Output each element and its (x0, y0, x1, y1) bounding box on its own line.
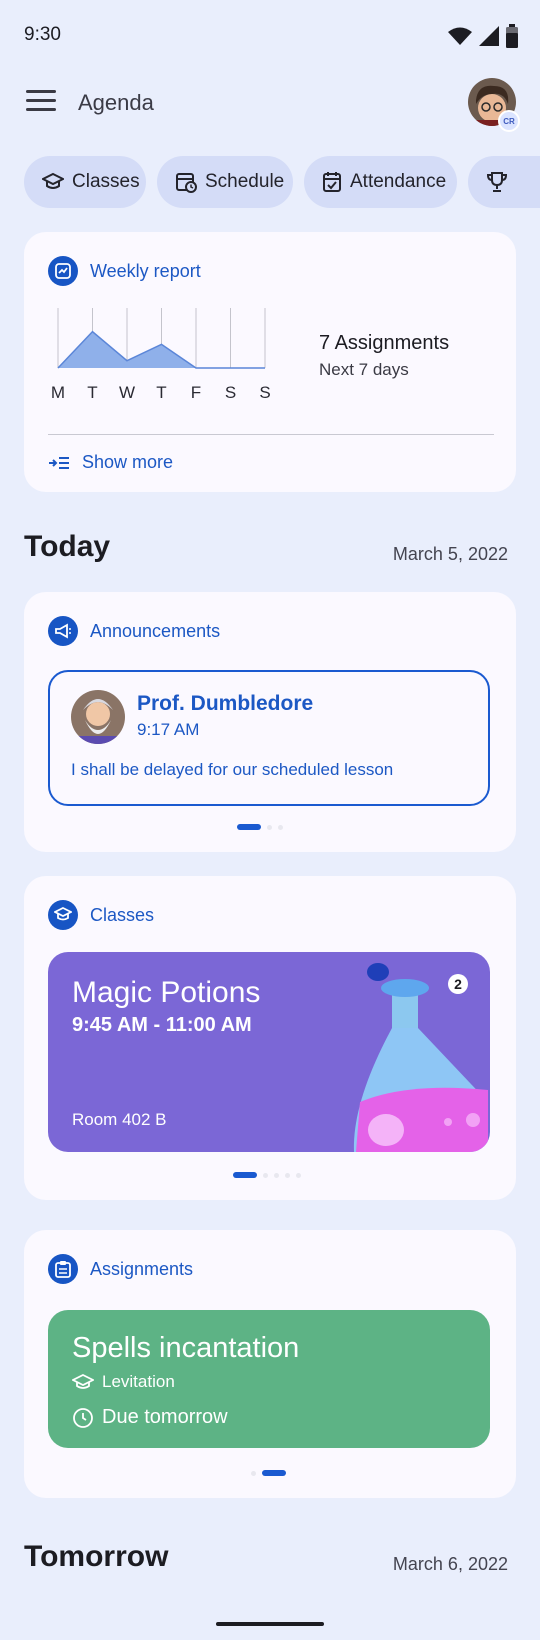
status-time: 9:30 (24, 24, 61, 45)
pager-dot[interactable] (263, 1172, 268, 1178)
author-avatar (71, 690, 125, 744)
chart-tick-label: T (156, 383, 166, 402)
assignments-summary-sub: Next 7 days (319, 360, 409, 379)
chip-classes[interactable]: Classes (24, 156, 146, 208)
chart-tick-label: F (191, 383, 201, 402)
pager-dot[interactable] (251, 1470, 256, 1476)
top-app-bar: Agenda (0, 72, 540, 132)
filter-chips: Classes Schedule Attendance (24, 156, 540, 208)
assignment-due-label: Due tomorrow (102, 1406, 228, 1428)
pager-dots (233, 1172, 301, 1178)
pager-dot-active[interactable] (233, 1172, 257, 1178)
section-date-today: March 5, 2022 (392, 544, 508, 564)
status-icons (448, 24, 518, 48)
pager-dot[interactable] (285, 1172, 290, 1178)
graduation-cap-icon (48, 900, 78, 930)
pager-dot-active[interactable] (262, 1470, 286, 1476)
pager-dot-active[interactable] (237, 824, 261, 830)
chart-tick-label: M (51, 383, 65, 402)
assignments-summary: 7 Assignments (319, 332, 450, 354)
show-more-label: Show more (82, 452, 174, 472)
pager-dot[interactable] (296, 1172, 301, 1178)
status-bar: 9:30 (0, 0, 540, 64)
pager-dots (237, 824, 283, 830)
card-header: Assignments (48, 1254, 193, 1284)
weekly-report-card: Weekly report M T W T F S S 7 Assignments Next… (24, 232, 516, 492)
menu-icon[interactable] (26, 90, 56, 114)
calendar-check-icon (323, 172, 341, 192)
chip-achievements[interactable] (468, 156, 540, 208)
potion-flask-illustration (353, 963, 488, 1152)
weekly-chart: MTWTFSS (51, 308, 271, 402)
card-title: Announcements (90, 620, 221, 641)
announcement-author: Prof. Dumbledore (137, 692, 314, 715)
trending-up-icon (48, 256, 78, 286)
clock-icon (73, 1407, 93, 1428)
card-title: Weekly report (90, 260, 201, 281)
schedule-icon (176, 173, 197, 193)
clipboard-icon (48, 1254, 78, 1284)
announcements-card: Announcements Prof. Dumbledore 9:17 AM I… (24, 592, 516, 852)
expand-list-icon (49, 456, 69, 469)
pager-dots (251, 1470, 286, 1476)
card-title: Classes (90, 904, 155, 925)
divider (48, 434, 494, 435)
assignment-due: Due tomorrow (72, 1406, 228, 1429)
card-header: Announcements (48, 616, 220, 646)
card-title: Assignments (90, 1258, 194, 1279)
assignment-name: Spells incantation (72, 1332, 300, 1364)
chip-schedule[interactable]: Schedule (157, 156, 293, 208)
signal-icon (479, 26, 499, 46)
pager-dot[interactable] (274, 1172, 279, 1178)
show-more-button[interactable]: Show more (48, 452, 173, 473)
graduation-cap-icon (72, 1373, 94, 1389)
graduation-cap-icon (42, 172, 64, 189)
chip-label: Classes (72, 171, 140, 192)
pager-dot[interactable] (267, 824, 272, 830)
chip-label: Attendance (350, 171, 447, 192)
home-indicator[interactable] (216, 1622, 324, 1626)
class-name: Magic Potions (72, 976, 261, 1009)
classes-card: Classes Magic Potions 9:45 AM - 11:00 AM… (24, 876, 516, 1200)
battery-icon (506, 24, 518, 48)
announcement-message: I shall be delayed for our scheduled les… (71, 760, 394, 779)
pager-dot[interactable] (278, 824, 283, 830)
assignment-class-label: Levitation (102, 1372, 175, 1391)
card-header: Weekly report (48, 256, 201, 286)
trophy-icon (486, 172, 508, 192)
notification-badge: 2 (448, 974, 468, 994)
assignment-item[interactable]: Spells incantation Levitation Due tomorr… (48, 1310, 490, 1448)
chip-label: Schedule (205, 171, 285, 192)
chart-tick-label: S (259, 383, 270, 402)
section-date-tomorrow: March 6, 2022 (392, 1554, 508, 1574)
class-item[interactable]: Magic Potions 9:45 AM - 11:00 AM Room 40… (48, 952, 490, 1152)
chart-tick-label: T (87, 383, 97, 402)
class-room: Room 402 B (72, 1110, 167, 1129)
wifi-icon (448, 27, 472, 45)
chip-attendance[interactable]: Attendance (304, 156, 457, 208)
assignment-class: Levitation (72, 1372, 175, 1392)
megaphone-icon (48, 616, 78, 646)
chart-tick-label: S (225, 383, 236, 402)
announcement-item[interactable]: Prof. Dumbledore 9:17 AM I shall be dela… (48, 670, 490, 806)
chart-tick-label: W (119, 383, 135, 402)
card-header: Classes (48, 900, 154, 930)
section-title-tomorrow: Tomorrow (24, 1540, 169, 1573)
announcement-time: 9:17 AM (137, 720, 200, 739)
page-title: Agenda (78, 90, 154, 115)
avatar-badge: CR (498, 110, 520, 132)
assignments-card: Assignments Spells incantation Levitatio… (24, 1230, 516, 1498)
class-time: 9:45 AM - 11:00 AM (72, 1014, 252, 1036)
section-title-today: Today (24, 530, 111, 563)
